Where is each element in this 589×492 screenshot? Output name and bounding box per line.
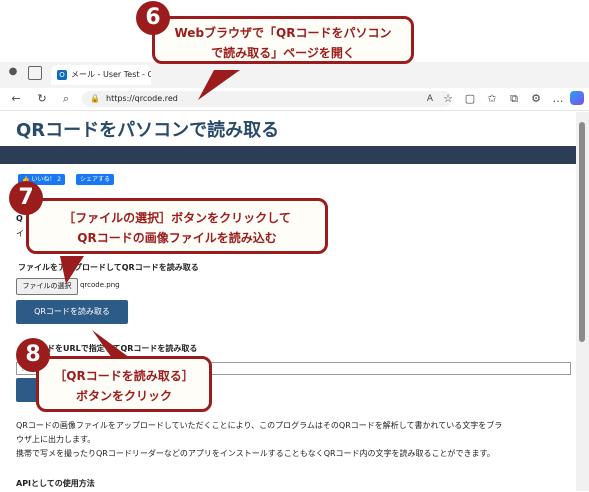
- callout-7-pointer: [60, 256, 84, 284]
- callout-6-line-2: で読み取る」ページを開く: [211, 46, 355, 60]
- callout-8: ［QRコードを読み取る］ ボタンをクリック: [36, 356, 212, 412]
- callout-7: ［ファイルの選択］ボタンをクリックして QRコードの画像ファイルを読み込む: [26, 198, 328, 254]
- callout-8-pointer: [92, 330, 130, 358]
- callout-7-number: 7: [9, 181, 43, 215]
- callout-6-number: 6: [136, 1, 170, 35]
- callout-8-number: 8: [16, 338, 50, 372]
- callout-7-line-1: ［ファイルの選択］ボタンをクリックして: [63, 211, 291, 225]
- callout-8-line-1: ［QRコードを読み取る］: [54, 369, 194, 383]
- callout-6: Webブラウザで「QRコードをパソコン で読み取る」ページを開く: [152, 16, 414, 64]
- callout-6-pointer: [198, 70, 240, 100]
- callout-7-line-2: QRコードの画像ファイルを読み込む: [77, 231, 277, 245]
- callout-8-line-2: ボタンをクリック: [75, 389, 172, 403]
- callout-6-line-1: Webブラウザで「QRコードをパソコン: [174, 26, 392, 40]
